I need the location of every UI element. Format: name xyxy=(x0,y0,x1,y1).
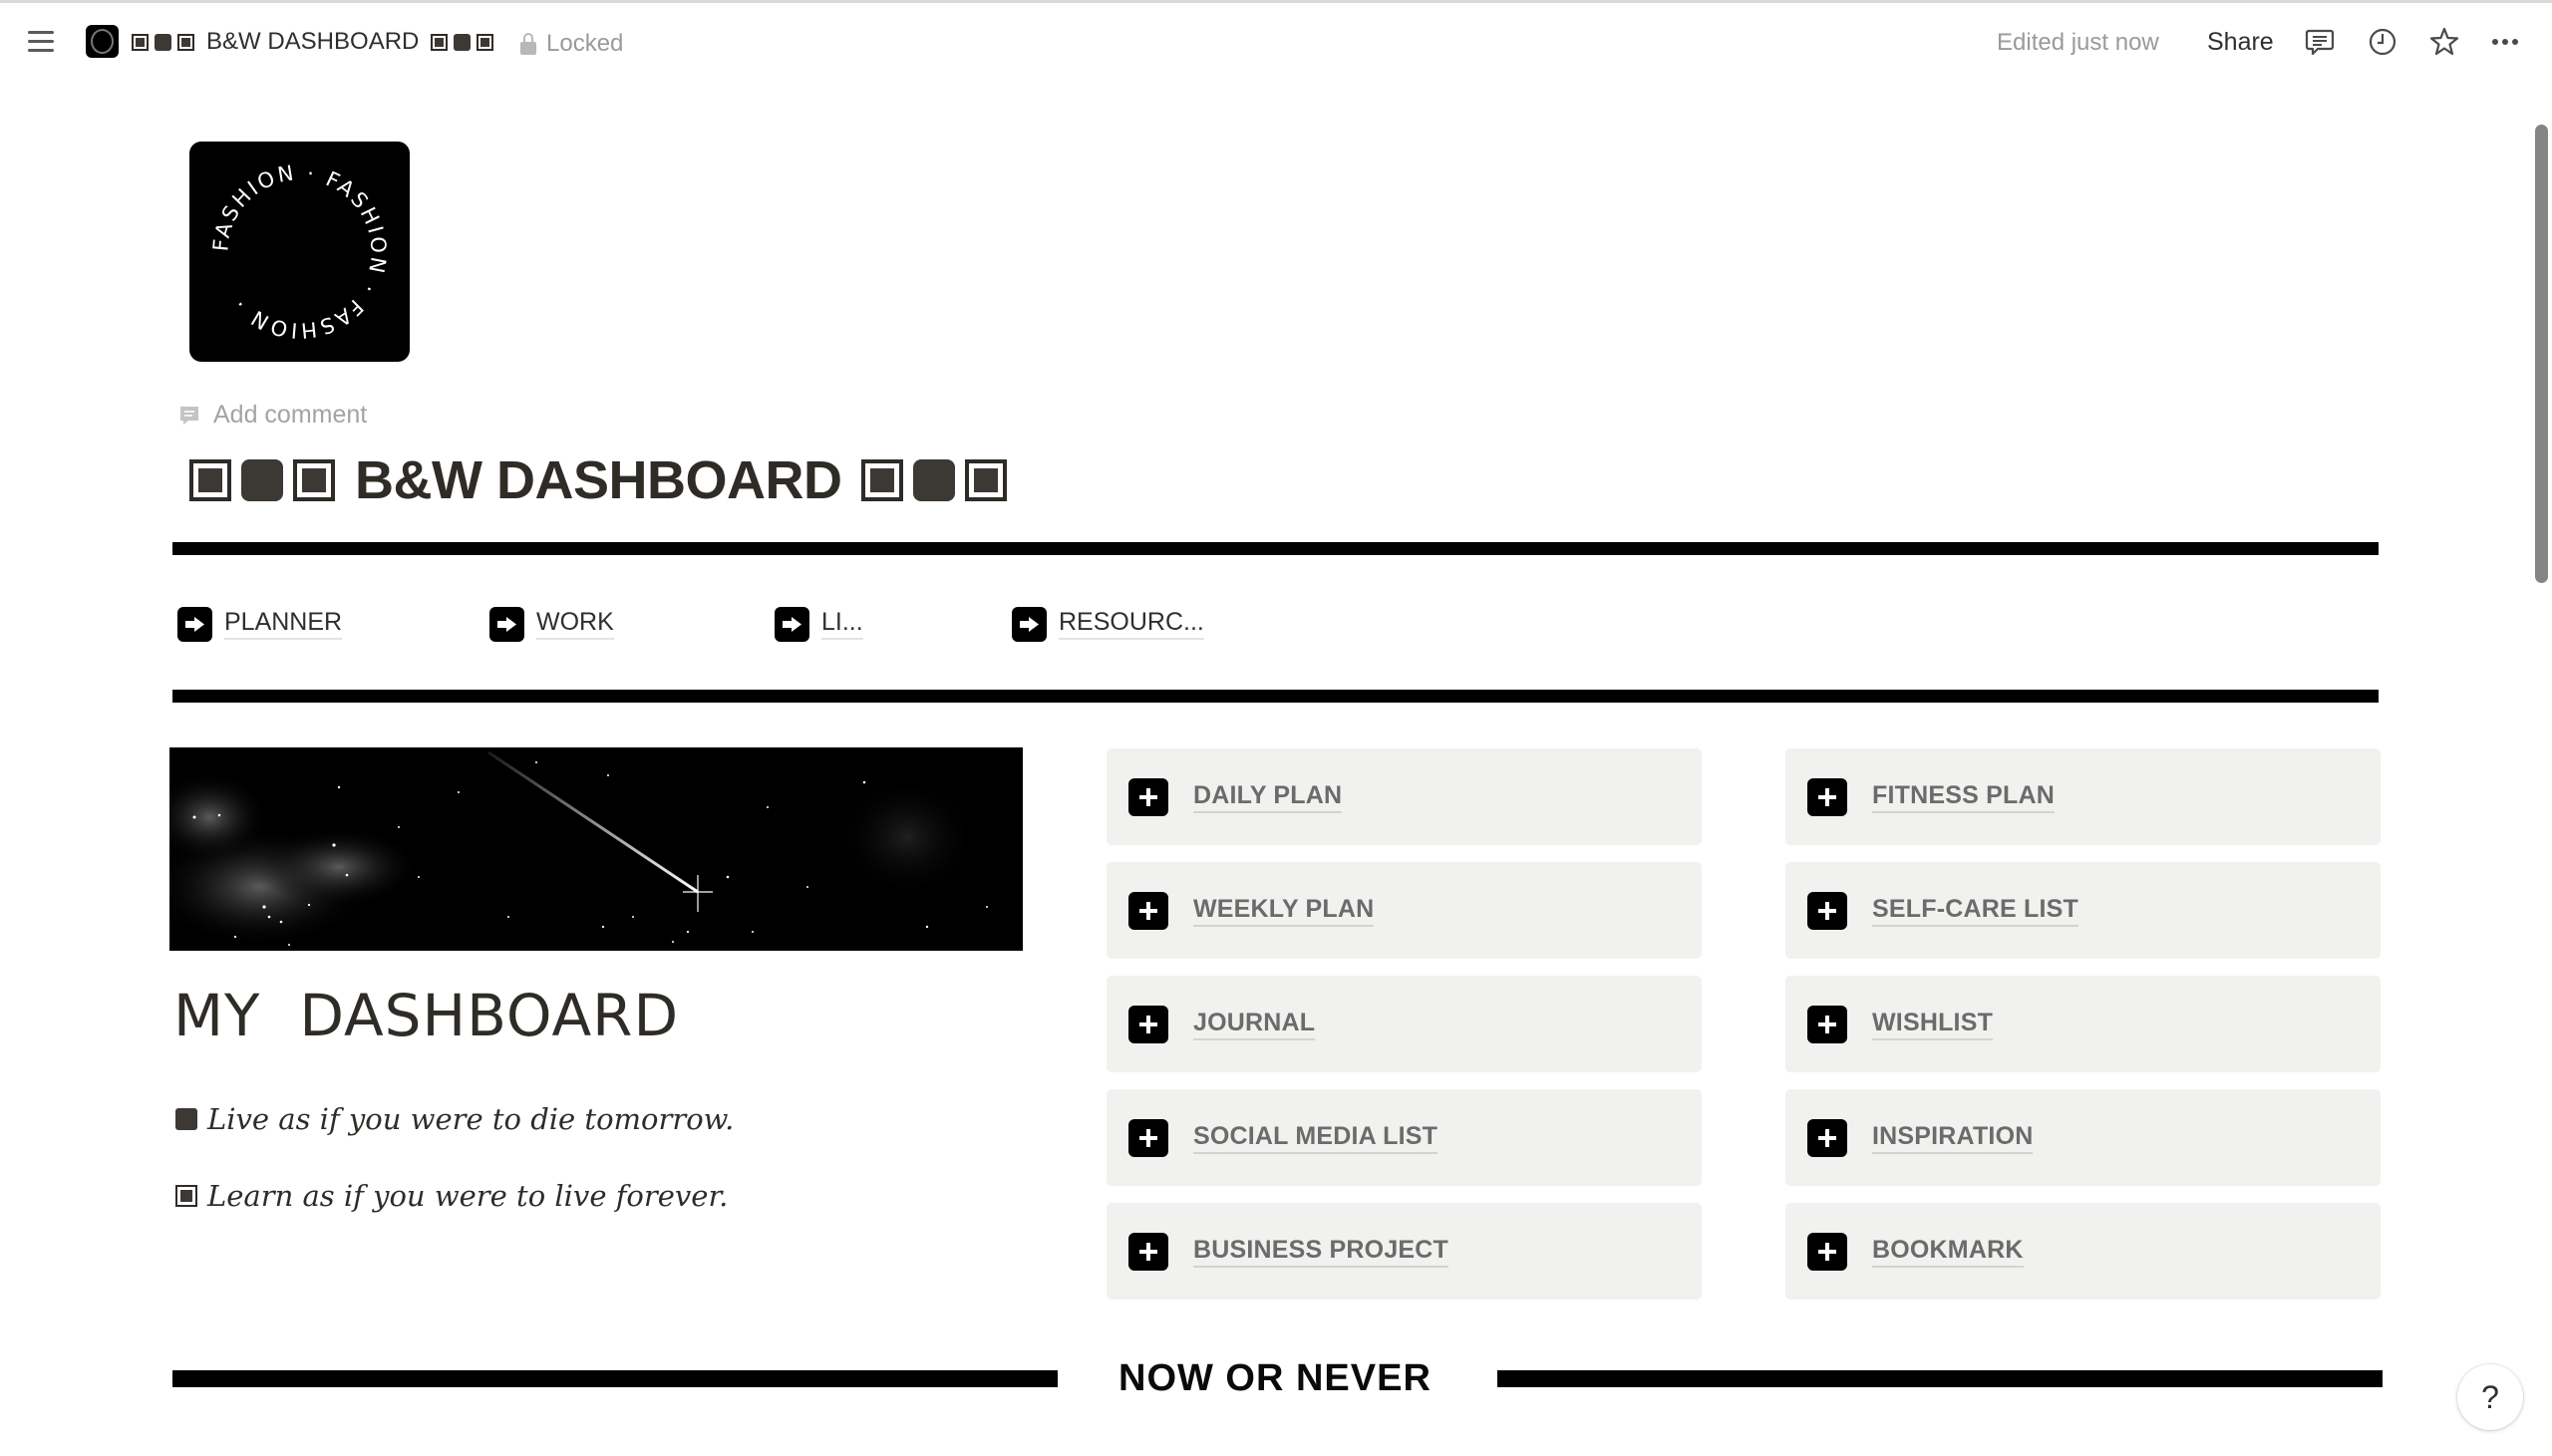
breadcrumb-title: B&W DASHBOARD xyxy=(206,28,420,55)
nav-link-label: RESOURC... xyxy=(1059,608,1204,640)
lock-icon xyxy=(520,33,536,55)
divider xyxy=(172,542,2379,555)
card-label: WISHLIST xyxy=(1872,1009,1994,1040)
square-outline-icon xyxy=(175,1185,197,1207)
plus-icon xyxy=(1128,891,1168,930)
quote-item: Live as if you were to die tomorrow. xyxy=(175,1102,734,1136)
card-label: WEEKLY PLAN xyxy=(1193,895,1375,927)
plus-icon xyxy=(1128,777,1168,816)
square-outline-icon xyxy=(861,459,904,501)
card-journal[interactable]: JOURNAL xyxy=(1107,976,1702,1072)
nav-link-label: PLANNER xyxy=(224,608,343,640)
plus-icon xyxy=(1807,1232,1847,1271)
edited-status: Edited just now xyxy=(1997,29,2159,56)
square-outline-icon xyxy=(477,33,494,51)
dashboard-heading: MY DASHBOARD xyxy=(173,982,680,1049)
card-bookmark[interactable]: BOOKMARK xyxy=(1785,1203,2381,1300)
clock-icon[interactable] xyxy=(2366,25,2399,59)
card-label: DAILY PLAN xyxy=(1193,781,1343,813)
arrow-right-icon xyxy=(177,606,212,642)
square-outline-icon xyxy=(132,33,149,51)
nav-link-resources[interactable]: RESOURC... xyxy=(1012,606,1204,642)
square-solid-icon xyxy=(454,33,472,51)
locked-indicator[interactable]: Locked xyxy=(520,30,623,58)
scrollbar-thumb[interactable] xyxy=(2535,125,2548,583)
page-icon-text: FASHION · FASHION · FASHION · xyxy=(208,160,391,343)
comment-icon[interactable] xyxy=(2303,25,2337,59)
card-label: SOCIAL MEDIA LIST xyxy=(1193,1122,1438,1154)
card-self-care-list[interactable]: SELF-CARE LIST xyxy=(1785,862,2381,959)
lock-label: Locked xyxy=(546,30,624,57)
card-wishlist[interactable]: WISHLIST xyxy=(1785,976,2381,1072)
nav-link-label: LI... xyxy=(821,608,863,640)
divider-right xyxy=(1497,1370,2383,1387)
arrow-right-icon xyxy=(775,606,809,642)
card-daily-plan[interactable]: DAILY PLAN xyxy=(1107,748,1702,845)
page-cover-icon[interactable]: FASHION · FASHION · FASHION · xyxy=(189,142,410,362)
page-title-text: B&W DASHBOARD xyxy=(355,450,842,510)
breadcrumb[interactable]: B&W DASHBOARD xyxy=(132,27,494,57)
page-title[interactable]: B&W DASHBOARD xyxy=(189,448,1008,512)
square-outline-icon xyxy=(189,459,231,501)
square-solid-icon xyxy=(155,33,171,51)
share-button[interactable]: Share xyxy=(2207,28,2274,57)
nav-link-planner[interactable]: PLANNER xyxy=(177,606,343,642)
top-bar: B&W DASHBOARD Locked Edited just now Sha… xyxy=(0,3,2552,79)
nav-link-li[interactable]: LI... xyxy=(775,606,863,642)
square-outline-icon xyxy=(431,33,449,51)
star-icon[interactable] xyxy=(2427,25,2461,59)
quote-item: Learn as if you were to live forever. xyxy=(175,1179,728,1213)
nav-link-label: WORK xyxy=(536,608,614,640)
menu-icon[interactable] xyxy=(26,29,58,55)
quote-text: Live as if you were to die tomorrow. xyxy=(207,1102,735,1136)
card-fitness-plan[interactable]: FITNESS PLAN xyxy=(1785,748,2381,845)
card-label: BUSINESS PROJECT xyxy=(1193,1236,1449,1268)
plus-icon xyxy=(1128,1005,1168,1043)
plus-icon xyxy=(1807,891,1847,930)
square-solid-icon xyxy=(175,1108,197,1130)
arrow-right-icon xyxy=(1012,606,1047,642)
plus-icon xyxy=(1128,1232,1168,1271)
square-solid-icon xyxy=(913,459,956,501)
more-icon[interactable] xyxy=(2488,25,2522,59)
square-outline-icon xyxy=(293,459,335,501)
card-label: JOURNAL xyxy=(1193,1009,1316,1040)
square-outline-icon xyxy=(965,459,1008,501)
night-sky-banner-image[interactable] xyxy=(169,747,1023,951)
divider-left xyxy=(172,1370,1058,1387)
quote-text: Learn as if you were to live forever. xyxy=(207,1179,729,1213)
card-business-project[interactable]: BUSINESS PROJECT xyxy=(1107,1203,1702,1300)
plus-icon xyxy=(1807,777,1847,816)
card-social-media-list[interactable]: SOCIAL MEDIA LIST xyxy=(1107,1089,1702,1186)
nav-link-work[interactable]: WORK xyxy=(489,606,614,642)
plus-icon xyxy=(1807,1118,1847,1157)
page-icon-small[interactable] xyxy=(86,25,119,58)
comment-icon xyxy=(180,406,198,425)
square-solid-icon xyxy=(241,459,283,501)
plus-icon xyxy=(1807,1005,1847,1043)
add-comment-label: Add comment xyxy=(213,401,368,429)
square-outline-icon xyxy=(177,33,194,51)
card-label: INSPIRATION xyxy=(1872,1122,2034,1154)
card-label: SELF-CARE LIST xyxy=(1872,895,2078,927)
card-weekly-plan[interactable]: WEEKLY PLAN xyxy=(1107,862,1702,959)
card-label: BOOKMARK xyxy=(1872,1236,2024,1268)
help-button[interactable]: ? xyxy=(2457,1364,2523,1430)
section-heading-now-or-never: NOW OR NEVER xyxy=(1118,1357,1432,1399)
plus-icon xyxy=(1128,1118,1168,1157)
arrow-right-icon xyxy=(489,606,524,642)
divider xyxy=(172,690,2379,703)
card-inspiration[interactable]: INSPIRATION xyxy=(1785,1089,2381,1186)
card-label: FITNESS PLAN xyxy=(1872,781,2055,813)
add-comment-button[interactable]: Add comment xyxy=(177,401,367,430)
